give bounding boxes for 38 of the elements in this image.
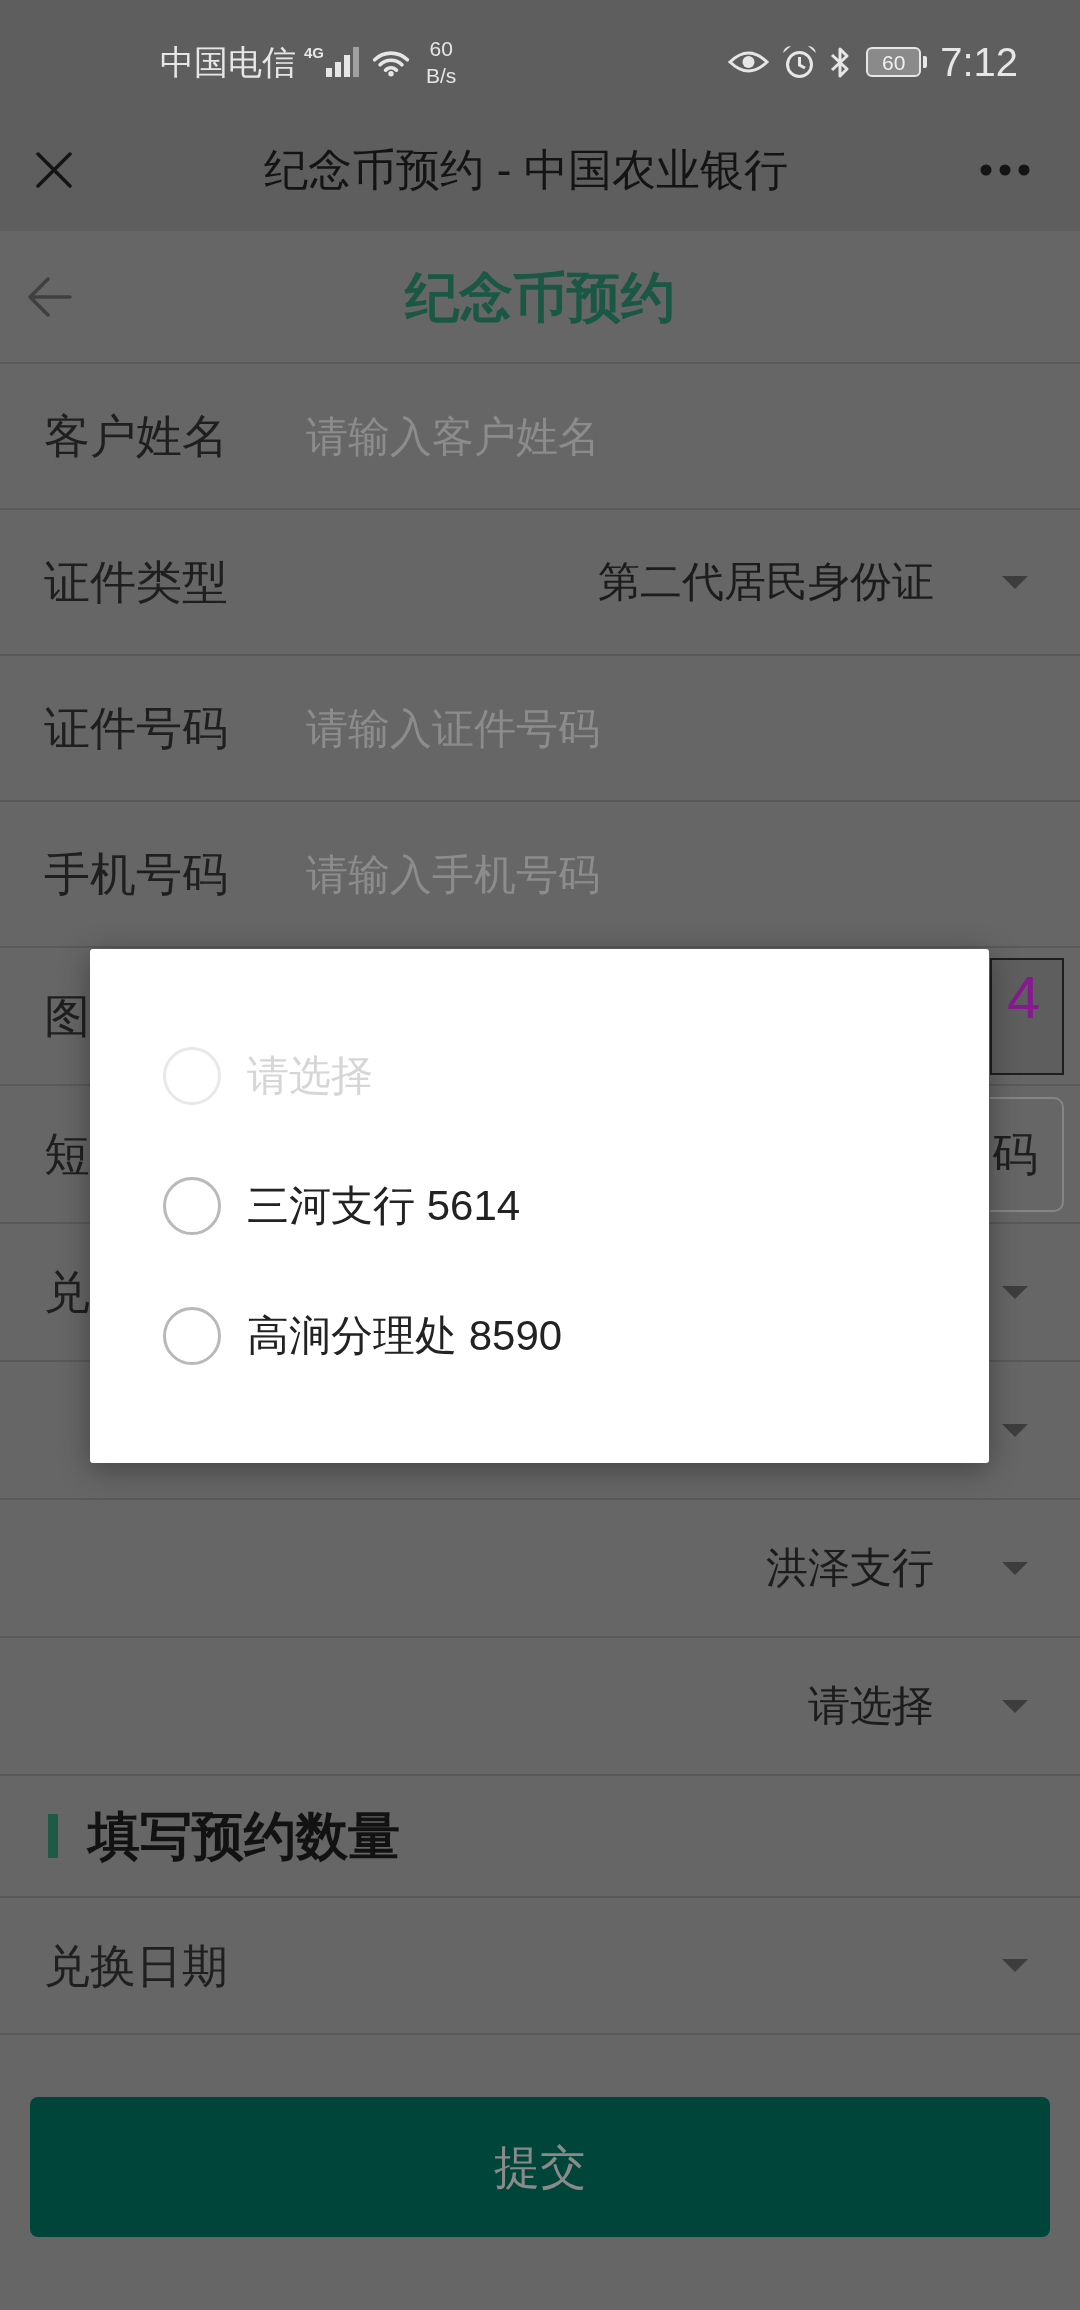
page-title: 纪念币预约 [405,269,675,324]
eye-icon [728,50,770,74]
carrier-name: 中国电信 [160,45,296,79]
field-label: 兑 [44,1269,90,1315]
close-icon[interactable] [36,151,72,188]
network-type: 4G [304,45,324,60]
radio-button[interactable] [163,1307,221,1365]
caret-down-icon[interactable] [1002,1423,1028,1437]
option-label[interactable]: 三河支行 5614 [247,1185,521,1227]
window-title: 纪念币预约 - 中国农业银行 [264,147,788,192]
network-speed: 60 [429,38,453,59]
alarm-clock-icon [782,45,818,79]
caret-down-icon[interactable] [1002,1561,1028,1575]
status-time: 7:12 [940,42,1018,82]
option-label[interactable]: 高涧分理处 8590 [247,1315,563,1357]
accent-bar-icon [48,1814,58,1858]
speed-unit: B/s [426,65,457,86]
battery-indicator: 60 [866,47,928,77]
submit-button[interactable]: 提交 [30,2097,1050,2237]
select-value[interactable]: 第二代居民身份证 [598,561,934,603]
field-label: 图 [44,993,90,1039]
field-label: 证件类型 [44,559,228,605]
back-arrow-icon[interactable] [26,276,72,317]
caret-down-icon[interactable] [1002,1699,1028,1713]
field-label: 兑换日期 [44,1942,228,1989]
section-title: 填写预约数量 [88,1810,400,1862]
select-value[interactable]: 请选择 [808,1685,934,1727]
field-label: 手机号码 [44,851,228,897]
signal-icon [326,47,359,77]
field-label: 证件号码 [44,705,228,751]
radio-button[interactable] [163,1177,221,1235]
field-label: 客户姓名 [44,413,228,459]
select-value[interactable]: 洪泽支行 [766,1547,934,1589]
field-label: 短 [44,1131,90,1177]
caret-down-icon[interactable] [1002,1959,1028,1972]
caret-down-icon[interactable] [1002,1285,1028,1299]
more-icon[interactable] [980,163,1030,176]
caret-down-icon[interactable] [1002,575,1028,589]
